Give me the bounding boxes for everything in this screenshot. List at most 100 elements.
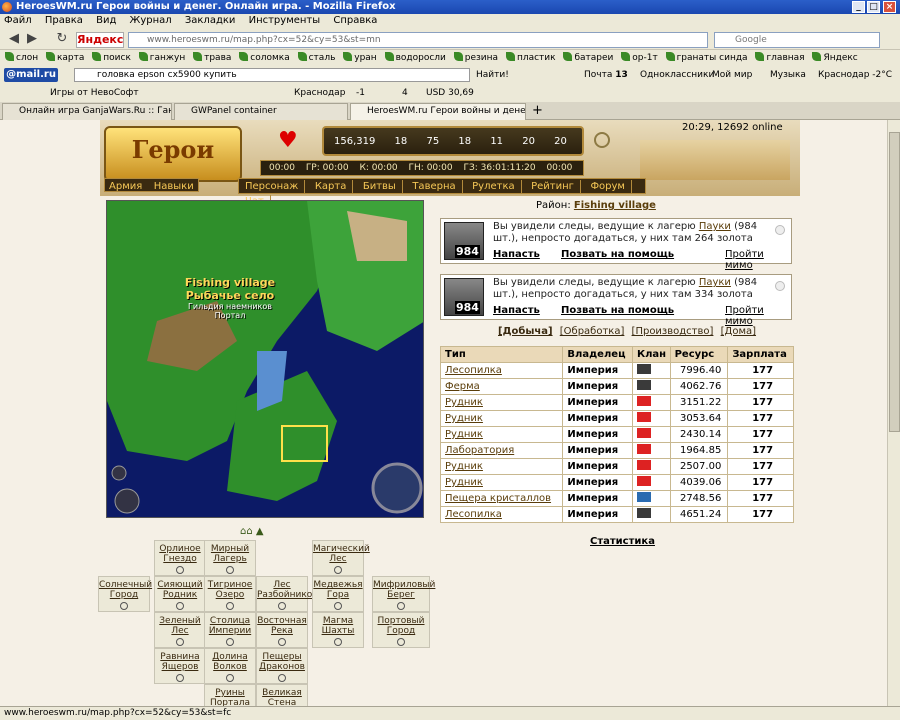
clan-icon[interactable]	[636, 412, 651, 422]
clan-icon[interactable]	[636, 396, 651, 406]
nav-tavern[interactable]: Таверна	[406, 180, 463, 194]
clan-icon[interactable]	[636, 364, 651, 374]
clan-icon[interactable]	[636, 460, 651, 470]
facility-link[interactable]: Рудник	[439, 474, 564, 491]
filter-houses[interactable]: [Дома]	[721, 326, 756, 337]
clan-icon[interactable]	[636, 428, 651, 438]
clan-icon[interactable]	[636, 380, 651, 390]
pass-by-button[interactable]: Пройти мимо	[725, 305, 788, 327]
nav-map[interactable]: Карта	[309, 180, 354, 194]
bookmark-item[interactable]: карта	[41, 52, 84, 63]
bookmark-item[interactable]: слон	[0, 52, 38, 63]
attack-button[interactable]: Напасть	[493, 305, 540, 316]
region-cell[interactable]: Мирный Лагерь	[204, 540, 256, 576]
magnifier-icon[interactable]	[278, 674, 286, 682]
bookmark-item[interactable]: гранаты синда	[661, 52, 748, 63]
magnifier-icon[interactable]	[226, 674, 234, 682]
bookmark-item[interactable]: главная	[750, 52, 805, 63]
nav-roulette[interactable]: Рулетка	[466, 180, 522, 194]
games-link[interactable]: Игры от НевоСофт	[50, 84, 139, 102]
clan-icon[interactable]	[636, 508, 651, 518]
region-cell[interactable]: Равнина Ящеров	[154, 648, 206, 684]
nav-character[interactable]: Персонаж	[239, 180, 306, 194]
region-cell[interactable]: Мифриловый Берег	[372, 576, 435, 612]
facility-link[interactable]: Лесопилка	[439, 362, 564, 379]
region-name-link[interactable]: Fishing village	[574, 200, 656, 211]
magnifier-icon[interactable]	[226, 638, 234, 646]
minimize-button[interactable]: _	[852, 1, 865, 13]
yandex-button[interactable]: Яндекс	[76, 32, 124, 48]
clan-icon[interactable]	[636, 476, 651, 486]
bookmark-item[interactable]: водоросли	[380, 52, 446, 63]
back-icon[interactable]: ◀	[6, 31, 22, 47]
region-cell[interactable]: Сияющий Родник	[154, 576, 206, 612]
music-link[interactable]: Музыка	[770, 66, 806, 84]
mymir-link[interactable]: Мой мир	[712, 66, 752, 84]
bookmark-item[interactable]: уран	[338, 52, 377, 63]
call-help-button[interactable]: Позвать на помощь	[561, 305, 674, 316]
bookmark-item[interactable]: батареи	[558, 52, 613, 63]
map-guild-label[interactable]: Гильдия наемников	[130, 302, 330, 311]
region-cell[interactable]: Зеленый Лес	[154, 612, 206, 648]
tab-heroeswm[interactable]: HeroesWM.ru Герои войны и денег. Он...	[350, 103, 526, 120]
menu-edit[interactable]: Правка	[45, 15, 83, 26]
search-input[interactable]: Google	[714, 32, 880, 48]
mail-link[interactable]: Почта 13	[584, 66, 628, 84]
menu-view[interactable]: Вид	[96, 15, 116, 26]
region-cell[interactable]: Магма Шахты	[312, 612, 364, 648]
new-tab-button[interactable]: +	[532, 103, 543, 118]
bookmark-item[interactable]: поиск	[87, 52, 131, 63]
bookmark-item[interactable]: ор-1т	[616, 52, 658, 63]
region-cell[interactable]: Лес Разбойников	[256, 576, 318, 612]
facility-link[interactable]: Рудник	[439, 394, 564, 411]
region-cell[interactable]: Солнечный Город	[98, 576, 152, 612]
bookmark-item[interactable]: резина	[449, 52, 498, 63]
region-cell[interactable]: Восточная Река	[256, 612, 308, 648]
ring-icon[interactable]	[594, 132, 610, 148]
magnifier-icon[interactable]	[120, 602, 128, 610]
region-cell[interactable]: Тигриное Озеро	[204, 576, 256, 612]
nav-rating[interactable]: Рейтинг	[525, 180, 581, 194]
menu-history[interactable]: Журнал	[130, 15, 172, 26]
bookmark-item[interactable]: пластик	[501, 52, 556, 63]
filter-processing[interactable]: [Обработка]	[560, 326, 625, 337]
region-cell[interactable]: Столица Империи	[204, 612, 256, 648]
region-cell[interactable]: Медвежья Гора	[312, 576, 364, 612]
magnifier-icon[interactable]	[278, 638, 286, 646]
bookmark-item[interactable]: трава	[188, 52, 231, 63]
maximize-button[interactable]: □	[867, 1, 880, 13]
clan-icon[interactable]	[636, 492, 651, 502]
odnoklassniki-link[interactable]: Одноклассники	[640, 66, 714, 84]
region-cell[interactable]: Орлиное Гнездо	[154, 540, 206, 576]
magnifier-icon[interactable]	[176, 674, 184, 682]
region-cell[interactable]: Магический Лес	[312, 540, 370, 576]
menu-bookmarks[interactable]: Закладки	[185, 15, 236, 26]
event-toggle[interactable]	[775, 225, 785, 235]
region-cell[interactable]: Портовый Город	[372, 612, 430, 648]
tab-ganjawars[interactable]: Онлайн игра GanjaWars.Ru :: Ганджуб...	[2, 103, 172, 120]
magnifier-icon[interactable]	[176, 566, 184, 574]
facility-link[interactable]: Рудник	[439, 410, 564, 427]
menu-file[interactable]: Файл	[4, 15, 32, 26]
facility-link[interactable]: Лесопилка	[439, 506, 564, 523]
mailru-search-input[interactable]: головка epson cx5900 купить	[74, 68, 470, 82]
close-button[interactable]: ×	[883, 1, 896, 13]
facility-link[interactable]: Рудник	[439, 458, 564, 475]
bookmark-item[interactable]: ганжун	[134, 52, 185, 63]
filter-production[interactable]: [Производство]	[632, 326, 714, 337]
facility-link[interactable]: Ферма	[439, 378, 564, 395]
nav-army[interactable]: Армия	[105, 181, 146, 193]
menu-help[interactable]: Справка	[333, 15, 377, 26]
weather-link[interactable]: Краснодар -2°C	[818, 66, 892, 84]
bookmark-item[interactable]: Яндекс	[807, 52, 858, 63]
page-scrollbar[interactable]	[887, 120, 900, 706]
magnifier-icon[interactable]	[397, 638, 405, 646]
filter-mining[interactable]: [Добыча]	[498, 326, 553, 337]
monster-link[interactable]: Пауки	[699, 277, 731, 288]
magnifier-icon[interactable]	[226, 566, 234, 574]
magnifier-icon[interactable]	[278, 602, 286, 610]
region-cell[interactable]: Пещеры Драконов	[256, 648, 308, 684]
magnifier-icon[interactable]	[334, 602, 342, 610]
url-bar[interactable]: www.heroeswm.ru/map.php?cx=52&cy=53&st=m…	[128, 32, 708, 48]
tab-gwpanel[interactable]: GWPanel container	[174, 103, 348, 120]
